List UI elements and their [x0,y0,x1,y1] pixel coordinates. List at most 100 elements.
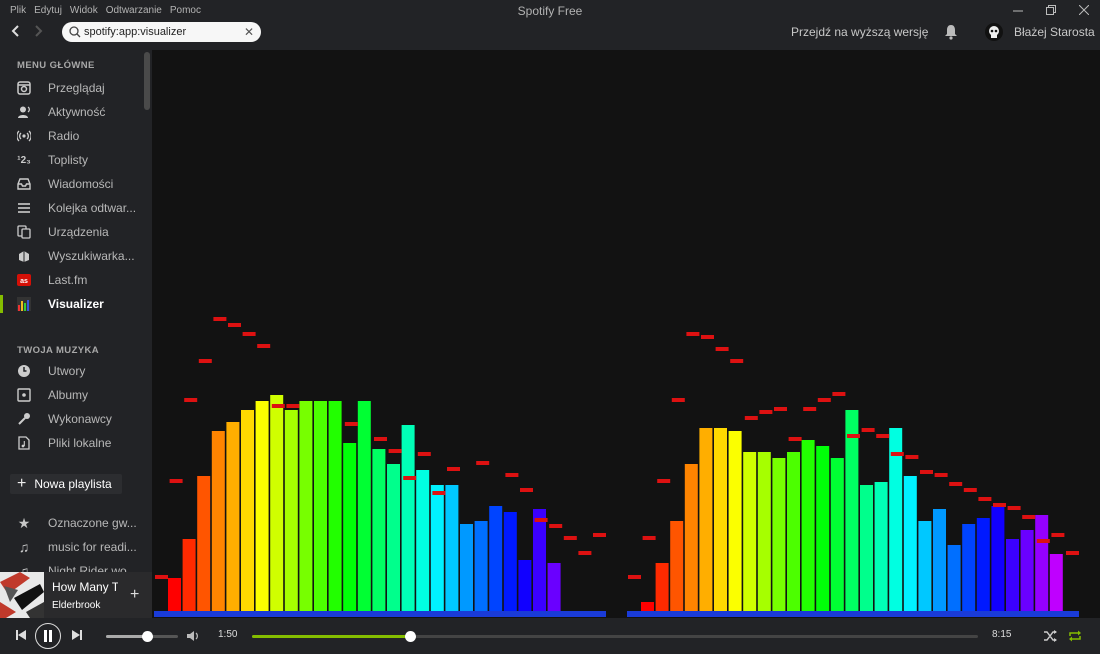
username[interactable]: Błażej Starosta [1014,25,1095,39]
track-title[interactable]: How Many Ti [52,580,118,594]
visualizer-peak-marker [730,359,744,363]
avatar[interactable] [985,23,1003,41]
visualizer-bar [845,410,859,611]
sidebar-item-activity[interactable]: Aktywność [0,101,143,123]
visualizer-bar [314,401,327,611]
sidebar-item-label: Oznaczone gw... [48,516,137,530]
visualizer-bar [328,401,342,611]
visualizer-peak-marker [934,473,948,477]
sidebar-item-charts[interactable]: ¹2₃ Toplisty [0,149,143,171]
visualizer-bar [430,485,444,611]
search-input[interactable] [84,26,244,38]
menu-view[interactable]: Widok [70,5,98,16]
add-track-icon[interactable]: + [130,586,139,604]
volume-slider[interactable] [106,631,178,642]
menu-help[interactable]: Pomoc [170,5,201,16]
visualizer-bar [474,521,488,611]
note-icon: ♫ [18,539,30,555]
sidebar-item-label: Albumy [48,388,89,402]
sidebar-item-inbox[interactable]: Wiadomości [0,173,143,195]
current-time: 1:50 [218,629,238,640]
sidebar-item-lastfm[interactable]: as Last.fm [0,269,143,291]
visualizer-peak-marker [198,359,212,363]
minimize-icon [1012,10,1023,12]
volume-knob[interactable] [142,631,154,642]
sidebar-item-albums[interactable]: Albumy [0,384,143,406]
visualizer-peak-marker [476,461,490,465]
visualizer-bar [255,401,269,611]
sidebar-item-label: Przeglądaj [48,81,105,95]
sidebar-item-label: Kolejka odtwar... [48,201,137,215]
visualizer-bar [714,428,727,611]
visualizer-peak-marker [432,491,446,495]
sidebar-item-browse[interactable]: Przeglądaj [0,77,143,99]
sidebar-scrollbar[interactable] [144,52,150,110]
bell-icon[interactable] [944,24,958,40]
restore-button[interactable] [1034,0,1067,20]
visualizer-peak-marker [169,479,183,483]
sidebar-item-devices[interactable]: Urządzenia [0,221,143,243]
menu-edit[interactable]: Edytuj [34,5,62,16]
sidebar-item-app-finder[interactable]: Wyszukiwarka... [0,245,143,267]
upgrade-link[interactable]: Przejdź na wyższą wersję [791,25,928,39]
sidebar-item-songs[interactable]: Utwory [0,360,143,382]
visualizer-peak-marker [242,332,256,336]
visualizer-bar [903,476,917,611]
previous-track-icon[interactable] [15,629,27,641]
menu-file[interactable]: Plik [10,5,26,16]
visualizer-peak-marker [744,416,758,420]
close-button[interactable] [1067,0,1100,20]
progress-bar[interactable] [252,631,978,642]
visualizer-peak-marker [271,404,285,408]
sidebar-item-playlist[interactable]: ♫ Night Rider wo... [0,560,143,572]
visualizer-peak-marker [417,452,431,456]
visualizer-peak-marker [715,347,729,351]
visualizer-bar [962,524,976,611]
sidebar-item-local-files[interactable]: Pliki lokalne [0,432,143,454]
sidebar-item-radio[interactable]: Radio [0,125,143,147]
back-arrow-icon[interactable] [10,24,20,38]
progress-knob[interactable] [404,631,416,642]
new-playlist-button[interactable]: + Nowa playlista [10,474,122,494]
visualizer-bar [533,509,546,611]
visualizer-peak-marker [549,524,563,528]
forward-arrow-icon[interactable] [34,24,44,38]
visualizer-bar [299,401,313,611]
visualizer-peak-marker [520,488,533,492]
visualizer-bar [1035,515,1049,611]
menu-playback[interactable]: Odtwarzanie [106,5,162,16]
songs-icon [17,364,31,378]
albums-icon [17,388,31,402]
repeat-icon[interactable] [1068,629,1082,643]
visualizer-peak-marker [788,437,802,441]
minimize-button[interactable] [1001,0,1034,20]
visualizer-peak-marker [657,479,671,483]
sidebar-item-visualizer[interactable]: Visualizer [0,293,143,315]
history-navigation [10,24,44,38]
sidebar-item-label: Night Rider wo... [48,564,137,572]
visualizer-bar [699,428,713,611]
sidebar-item-starred[interactable]: ★ Oznaczone gw... [0,512,143,534]
sidebar-item-artists[interactable]: Wykonawcy [0,408,143,430]
sidebar-item-label: music for readi... [48,540,137,554]
sidebar-item-queue[interactable]: Kolejka odtwar... [0,197,143,219]
shuffle-icon[interactable] [1043,629,1057,643]
player-bar: 1:50 8:15 [0,618,1100,654]
skull-icon [989,26,999,38]
visualizer-bar [372,449,386,611]
visualizer-peak-marker [803,407,817,411]
pause-button[interactable] [35,623,61,649]
volume-icon[interactable] [186,629,200,643]
star-icon: ★ [17,514,31,531]
album-cover[interactable] [0,572,44,618]
sidebar-item-playlist[interactable]: ♫ music for readi... [0,536,143,558]
clear-search-icon[interactable]: ✕ [244,25,254,39]
visualizer-peak-marker [374,437,387,441]
next-track-icon[interactable] [71,629,83,641]
visualizer-peak-marker [949,482,963,486]
track-artist[interactable]: Elderbrook [52,600,100,611]
plus-icon: + [17,475,27,492]
visualizer-bar [445,485,459,611]
main-menu-heading: MENU GŁÓWNE [17,60,95,71]
visualizer-peak-marker [920,470,933,474]
